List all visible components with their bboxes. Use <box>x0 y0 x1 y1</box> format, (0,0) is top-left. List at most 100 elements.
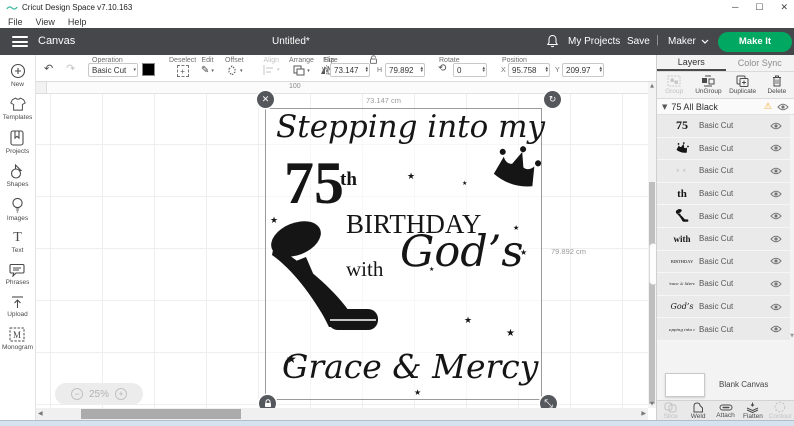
minimize-button[interactable]: ─ <box>732 2 738 13</box>
rotate-stepper[interactable]: ▴ ▾ <box>482 65 485 74</box>
lock-handle[interactable] <box>259 395 276 408</box>
width-stepper[interactable]: ▴ ▾ <box>365 65 368 74</box>
sidebar-item-shapes[interactable]: Shapes <box>6 164 29 188</box>
my-projects-link[interactable]: My Projects <box>568 36 620 47</box>
sidebar-item-upload[interactable]: Upload <box>7 295 28 318</box>
eye-icon[interactable] <box>770 212 782 220</box>
layer-row-heel[interactable]: Basic Cut <box>657 205 790 228</box>
eye-icon[interactable] <box>770 144 782 152</box>
maximize-button[interactable]: ☐ <box>755 2 763 13</box>
layer-operation[interactable]: Basic Cut <box>699 325 770 334</box>
undo-icon[interactable]: ↶ <box>44 62 53 75</box>
panel-scroll-down-icon[interactable]: ▼ <box>790 333 794 339</box>
menu-view[interactable]: View <box>36 17 55 27</box>
menu-help[interactable]: Help <box>68 17 87 27</box>
eye-icon[interactable] <box>770 167 782 175</box>
resize-handle[interactable]: ⤡ <box>540 395 557 408</box>
eye-icon[interactable] <box>770 325 782 333</box>
delete-handle[interactable]: ✕ <box>257 91 274 108</box>
layer-row-gods[interactable]: God’s Basic Cut <box>657 295 790 319</box>
layer-operation[interactable]: Basic Cut <box>699 121 770 130</box>
arrange-button[interactable]: Arrange ▾ <box>289 57 314 76</box>
duplicate-button[interactable]: Duplicate <box>726 72 760 98</box>
blank-canvas-row[interactable]: Blank Canvas <box>657 369 794 400</box>
rotate-handle[interactable]: ↻ <box>544 91 561 108</box>
design-artwork[interactable]: Stepping into my 75 th BIRTHDAY with God… <box>266 109 545 399</box>
sidebar-item-projects[interactable]: Projects <box>6 130 29 155</box>
layer-operation[interactable]: Basic Cut <box>699 302 770 311</box>
offset-button[interactable]: Offset ▾ <box>225 57 244 76</box>
eye-icon[interactable] <box>770 280 782 288</box>
rotate-icon[interactable]: ⟲ <box>438 63 446 74</box>
height-input[interactable]: 79.892 ▴ ▾ <box>385 63 425 77</box>
horizontal-scroll-thumb[interactable] <box>81 409 241 419</box>
operation-dropdown[interactable]: Basic Cut ▾ <box>88 63 138 77</box>
x-stepper[interactable]: ▴ ▾ <box>545 65 548 74</box>
eye-icon[interactable] <box>770 235 782 243</box>
y-position-input[interactable]: 209.97 ▴ ▾ <box>562 63 604 77</box>
make-it-button[interactable]: Make It <box>718 31 792 52</box>
rotate-input[interactable]: 0 ▴ ▾ <box>453 63 487 77</box>
chevron-down-icon[interactable]: ▼ <box>662 103 667 111</box>
hamburger-menu-icon[interactable] <box>12 36 28 47</box>
scroll-right-icon[interactable]: ▶ <box>641 410 646 417</box>
layer-group-header[interactable]: ▼ 75 All Black ⚠ <box>657 99 794 115</box>
canvas-label[interactable]: Canvas <box>38 35 75 47</box>
group-button[interactable]: Group <box>657 72 691 98</box>
layer-row-birthday[interactable]: BIRTHDAY Basic Cut <box>657 250 790 274</box>
width-input[interactable]: 73.147 ▴ ▾ <box>330 63 370 77</box>
tab-layers[interactable]: Layers <box>657 55 726 71</box>
sidebar-item-new[interactable]: New <box>10 63 26 88</box>
weld-button[interactable]: Weld <box>684 401 711 420</box>
selection-bounding-box[interactable]: Stepping into my 75 th BIRTHDAY with God… <box>265 108 545 400</box>
layer-row-crown[interactable]: Basic Cut <box>657 137 790 161</box>
layer-operation[interactable]: Basic Cut <box>699 189 770 198</box>
redo-icon[interactable]: ↷ <box>66 62 75 75</box>
align-button[interactable]: Align ▾ <box>263 57 280 75</box>
layer-operation[interactable]: Basic Cut <box>699 257 770 266</box>
sidebar-item-images[interactable]: Images <box>7 197 28 222</box>
layer-operation[interactable]: Basic Cut <box>699 212 770 221</box>
notifications-bell-icon[interactable] <box>546 34 559 53</box>
eye-icon[interactable] <box>777 103 789 111</box>
zoom-in-button[interactable]: + <box>115 388 127 400</box>
horizontal-scrollbar[interactable]: ◀ ▶ <box>36 408 648 420</box>
height-stepper[interactable]: ▴ ▾ <box>420 65 423 74</box>
lock-aspect-icon[interactable] <box>369 55 378 64</box>
y-stepper[interactable]: ▴ ▾ <box>599 65 602 74</box>
layer-row-75[interactable]: 75 Basic Cut <box>657 115 790 138</box>
warning-icon[interactable]: ⚠ <box>764 101 772 112</box>
layer-operation[interactable]: Basic Cut <box>699 234 770 243</box>
close-button[interactable]: ✕ <box>780 2 788 13</box>
scroll-down-icon[interactable]: ▼ <box>648 401 656 407</box>
eye-icon[interactable] <box>770 303 782 311</box>
color-swatch[interactable] <box>142 63 155 76</box>
attach-button[interactable]: Attach <box>712 401 739 420</box>
layer-row-grace-mercy[interactable]: Grace & Mercy Basic Cut <box>657 273 790 296</box>
sidebar-item-text[interactable]: T Text <box>12 231 24 255</box>
machine-selector[interactable]: Maker <box>668 36 709 47</box>
sidebar-item-templates[interactable]: Templates <box>3 97 32 121</box>
panel-collapse-handle[interactable] <box>649 243 656 285</box>
layer-row-th[interactable]: th Basic Cut <box>657 182 790 206</box>
layer-row-with[interactable]: with Basic Cut <box>657 227 790 251</box>
document-title[interactable]: Untitled* <box>272 36 310 47</box>
layer-row-stepping[interactable]: Stepping into my Basic Cut <box>657 318 790 341</box>
zoom-out-button[interactable]: − <box>70 388 83 400</box>
scroll-left-icon[interactable]: ◀ <box>38 410 43 417</box>
menu-file[interactable]: File <box>8 17 23 27</box>
eye-icon[interactable] <box>770 190 782 198</box>
scroll-up-icon[interactable]: ▲ <box>648 83 656 89</box>
edit-button[interactable]: Edit ✎ ▾ <box>201 57 214 76</box>
deselect-button[interactable]: Deselect + <box>169 57 196 77</box>
eye-icon[interactable] <box>770 122 782 130</box>
delete-button[interactable]: Delete <box>760 72 794 98</box>
contour-button[interactable]: Contour <box>767 401 794 420</box>
x-position-input[interactable]: 95.758 ▴ ▾ <box>508 63 550 77</box>
layer-operation[interactable]: Basic Cut <box>699 144 770 153</box>
layer-row-stars[interactable]: ★★ Basic Cut <box>657 160 790 183</box>
vertical-scroll-thumb[interactable] <box>649 182 655 404</box>
save-link[interactable]: Save <box>627 36 650 47</box>
eye-icon[interactable] <box>770 257 782 265</box>
sidebar-item-phrases[interactable]: Phrases <box>6 263 29 286</box>
